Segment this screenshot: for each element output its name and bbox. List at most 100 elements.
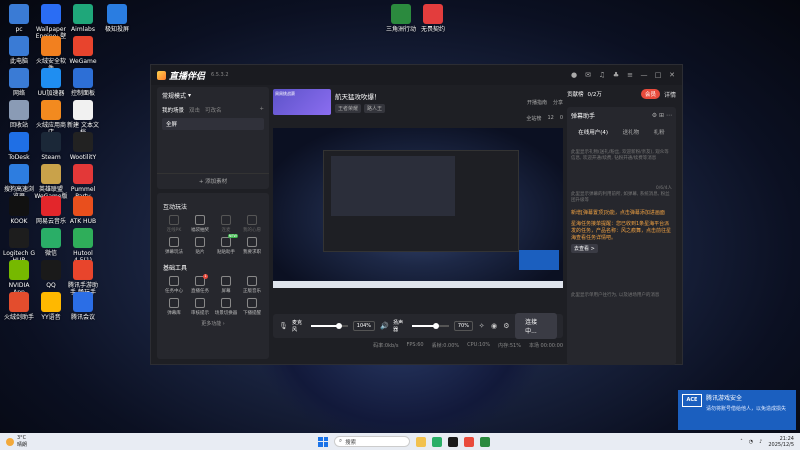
file-explorer-icon[interactable]	[416, 436, 426, 447]
tool-item[interactable]: 屏幕	[213, 276, 239, 294]
tool-item[interactable]: 任务中心	[161, 276, 187, 294]
chevron-up-icon[interactable]: ˄	[740, 439, 743, 445]
headset-icon[interactable]: ♫	[598, 71, 606, 79]
desktop-icon[interactable]: WeGame	[66, 36, 100, 65]
live-app-taskbar-icon[interactable]	[464, 436, 474, 447]
record-icon[interactable]: ◉	[490, 322, 497, 330]
desktop-icon[interactable]: Aimlabs	[66, 4, 100, 33]
chevron-down-icon[interactable]: ▾	[188, 92, 191, 99]
desktop-icon[interactable]: 火绒剑助手	[2, 292, 36, 321]
interact-item[interactable]: 连麦	[213, 215, 239, 233]
details-link[interactable]: 详情	[664, 90, 676, 99]
desktop-icon[interactable]: 极知投屏	[100, 4, 134, 33]
rank-link[interactable]: 全站榜	[526, 115, 541, 122]
tab-fans[interactable]: 礼粉	[654, 128, 665, 136]
more-features-button[interactable]: 更多功能 ›	[157, 320, 269, 327]
clock[interactable]: 21:24 2025/12/5	[768, 436, 794, 448]
desktop-icon[interactable]: 英雄联盟 WeGame版	[34, 164, 68, 200]
desktop-icon[interactable]: 三角洲行动	[384, 4, 418, 33]
vip-button[interactable]: 会员	[640, 89, 660, 99]
volume-icon[interactable]: ♪	[759, 439, 762, 445]
desktop-icon[interactable]: Steam	[34, 132, 68, 161]
interact-item[interactable]: 我的心愿	[239, 215, 265, 233]
tool-item[interactable]: 正版音乐	[239, 276, 265, 294]
speaker-icon[interactable]: 🔊	[380, 322, 389, 330]
wechat-icon[interactable]	[432, 436, 442, 447]
add-scene-icon[interactable]: +	[259, 106, 264, 114]
desktop-icon[interactable]: 无畏契约	[416, 4, 450, 33]
desktop-icon[interactable]: 控制面板	[66, 68, 100, 97]
desktop-icon[interactable]: 火绒应用商店	[34, 100, 68, 136]
desktop-icon[interactable]: Logitech G HUB	[2, 228, 36, 264]
connect-button[interactable]: 连接中...	[515, 313, 557, 339]
beauty-icon[interactable]: ✧	[478, 322, 485, 330]
steam-taskbar-icon[interactable]	[448, 436, 458, 447]
minimize-icon[interactable]: —	[640, 71, 648, 79]
desktop-icon[interactable]: 腾讯会议	[66, 292, 100, 321]
avatar-icon[interactable]: ●	[570, 71, 578, 79]
tab-my-scenes[interactable]: 我的场景	[162, 106, 184, 114]
security-toast[interactable]: ACE 腾讯游戏安全 请勿将账号借给他人，以免造成损失	[678, 390, 796, 430]
desktop-icon[interactable]: ATK HUB	[66, 196, 100, 225]
view-task-link[interactable]: 去查看 >	[571, 244, 598, 253]
desktop-icon[interactable]: UU加速器	[34, 68, 68, 97]
settings-icon[interactable]: ⚙	[503, 322, 510, 330]
speaker-percent[interactable]: 70%	[453, 321, 473, 331]
start-icon[interactable]	[318, 436, 328, 447]
danmu-settings-icon[interactable]: ⚙ ⊞ ⋯	[652, 112, 672, 119]
search-box[interactable]: ⌕ 搜索	[334, 436, 410, 447]
interact-item[interactable]: 弹幕玩法	[161, 237, 187, 255]
interact-item[interactable]: 连线PK	[161, 215, 187, 233]
tool-item[interactable]: 审核提示	[187, 298, 213, 316]
mail-icon[interactable]: ✉	[584, 71, 592, 79]
mode-select[interactable]: 常规模式	[162, 91, 186, 100]
interact-item[interactable]: NEW 贴贴助手	[213, 234, 239, 255]
tag-game[interactable]: 王者荣耀	[335, 104, 362, 113]
close-icon[interactable]: ✕	[668, 71, 676, 79]
mic-percent[interactable]: 104%	[352, 321, 376, 331]
tool-item[interactable]: 弹幕库	[161, 298, 187, 316]
weather-widget[interactable]: 3°C 晴朗	[0, 435, 27, 448]
desktop-icon[interactable]: 搜狗高速浏览器	[2, 164, 36, 200]
add-source-button[interactable]: + 添加素材	[157, 173, 269, 185]
desktop-icon[interactable]: 新建 文本文档	[66, 100, 100, 136]
mic-slider-knob[interactable]	[335, 323, 342, 329]
desktop-icon[interactable]: 回收站	[2, 100, 36, 129]
desktop-icon[interactable]: Pummel Party	[66, 164, 100, 200]
contribution-link[interactable]: 贡献榜	[567, 90, 584, 98]
desktop-icon[interactable]: 网络	[2, 68, 36, 97]
wifi-icon[interactable]: ◔	[749, 439, 753, 445]
desktop-icon[interactable]: NVIDIA App	[2, 260, 36, 296]
microphone-icon[interactable]: 🎙	[279, 322, 288, 330]
desktop-icon[interactable]: 微信	[34, 228, 68, 257]
banner-image[interactable]: 周周挑战赛	[273, 89, 331, 115]
desktop-icon[interactable]: Hutool 4.5(1)	[66, 228, 100, 264]
stream-preview[interactable]	[273, 128, 563, 288]
interact-item[interactable]: 我要求职	[239, 237, 265, 255]
speaker-slider-knob[interactable]	[432, 323, 439, 329]
guide-link[interactable]: 开播指南	[527, 99, 547, 106]
menu-icon[interactable]: ≡	[626, 71, 634, 79]
interact-item[interactable]: 福袋抽奖	[187, 215, 213, 233]
share-link[interactable]: 分享	[553, 99, 563, 106]
speaker-slider[interactable]	[411, 323, 449, 329]
tag-mode[interactable]: 路人王	[364, 104, 386, 113]
banner-title[interactable]: 航天猛攻吹爆！	[335, 91, 385, 101]
interact-item[interactable]: 贴片	[187, 237, 213, 255]
tool-item[interactable]: 1 直播任务	[187, 274, 213, 294]
desktop-icon[interactable]: 火绒安全软件	[34, 36, 68, 72]
desktop-icon[interactable]: ToDesk	[2, 132, 36, 161]
desktop-icon[interactable]: KOOK	[2, 196, 36, 225]
mic-slider[interactable]	[310, 323, 348, 329]
desktop-icon[interactable]: WootilitY	[66, 132, 100, 161]
tab-gifts[interactable]: 送礼物	[623, 128, 640, 136]
desktop-icon[interactable]: 此电脑	[2, 36, 36, 65]
delta-force-taskbar-icon[interactable]	[480, 436, 490, 447]
shirt-icon[interactable]: ♣	[612, 71, 620, 79]
scene-fullscreen[interactable]: 全屏	[162, 118, 264, 130]
desktop-icon[interactable]: pc	[2, 4, 36, 33]
tool-item[interactable]: 场景切换器	[213, 298, 239, 316]
desktop-icon[interactable]: 网易云音乐	[34, 196, 68, 225]
desktop-icon[interactable]: QQ	[34, 260, 68, 289]
tab-online-users[interactable]: 在线用户(4)	[578, 128, 608, 136]
